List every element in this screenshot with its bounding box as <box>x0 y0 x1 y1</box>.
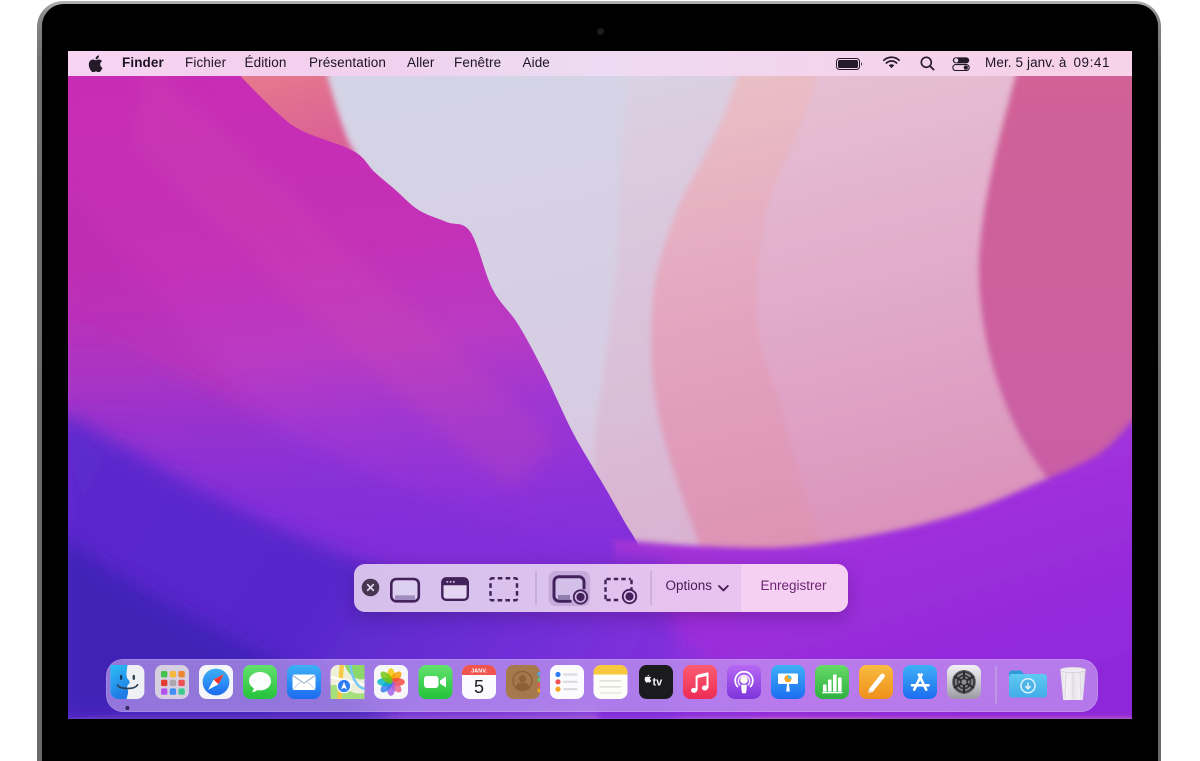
svg-text:5: 5 <box>474 677 484 697</box>
svg-text:JANV.: JANV. <box>471 668 487 674</box>
svg-text:tv: tv <box>653 676 664 688</box>
